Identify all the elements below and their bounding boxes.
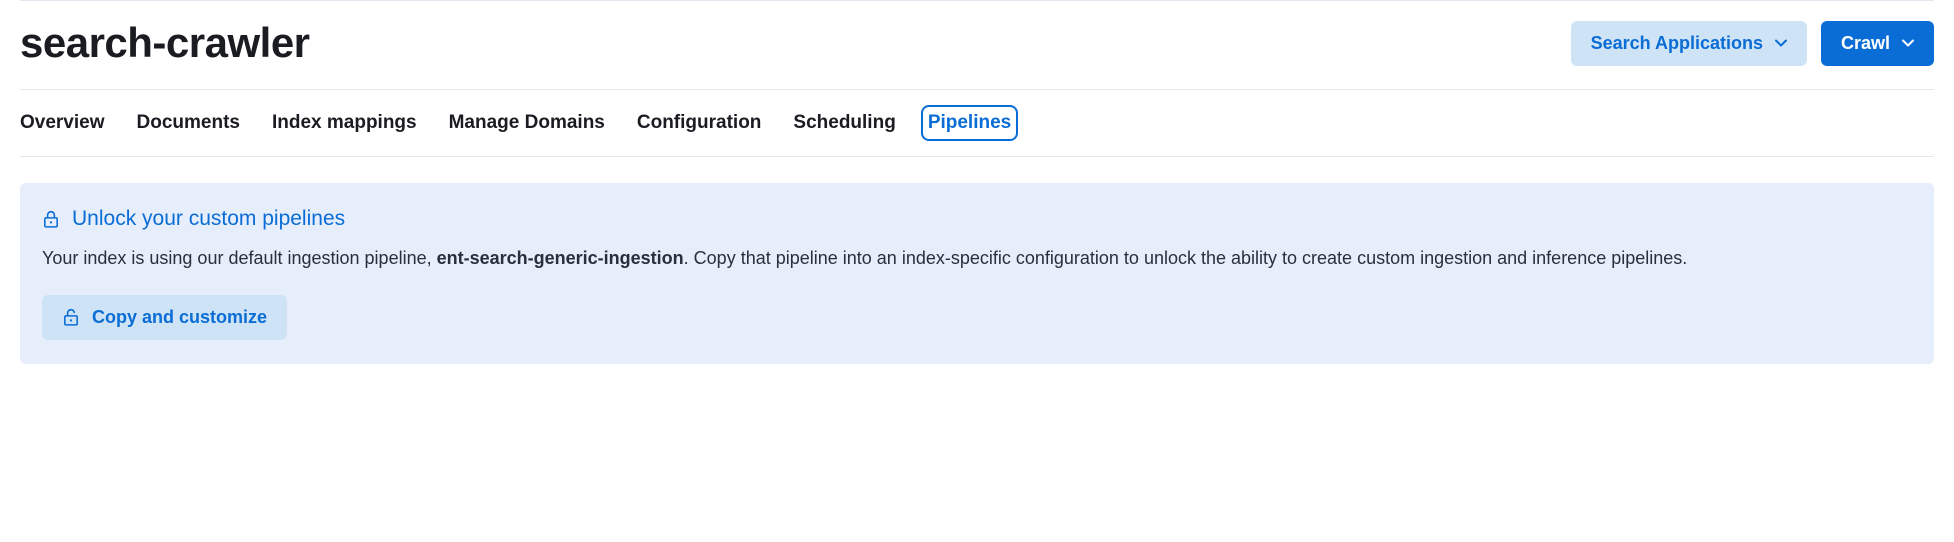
callout-body: Your index is using our default ingestio… (42, 245, 1912, 273)
search-applications-button[interactable]: Search Applications (1571, 21, 1807, 66)
header-actions: Search Applications Crawl (1571, 21, 1934, 66)
crawl-button[interactable]: Crawl (1821, 21, 1934, 66)
tab-manage-domains[interactable]: Manage Domains (449, 112, 605, 134)
crawl-label: Crawl (1841, 33, 1890, 54)
tab-bar: Overview Documents Index mappings Manage… (20, 89, 1934, 157)
callout-title: Unlock your custom pipelines (72, 207, 345, 231)
tab-index-mappings[interactable]: Index mappings (272, 112, 417, 134)
page-title: search-crawler (20, 19, 310, 67)
callout-body-prefix: Your index is using our default ingestio… (42, 248, 437, 268)
unlock-pipelines-callout: Unlock your custom pipelines Your index … (20, 183, 1934, 364)
page-header: search-crawler Search Applications Crawl (20, 0, 1934, 89)
lock-closed-icon (42, 210, 60, 228)
copy-and-customize-button[interactable]: Copy and customize (42, 295, 287, 340)
copy-and-customize-label: Copy and customize (92, 307, 267, 328)
tab-pipelines[interactable]: Pipelines (928, 112, 1011, 134)
callout-title-row: Unlock your custom pipelines (42, 207, 1912, 231)
chevron-down-icon (1775, 37, 1787, 49)
lock-open-icon (62, 308, 80, 326)
search-applications-label: Search Applications (1591, 33, 1763, 54)
tab-documents[interactable]: Documents (137, 112, 240, 134)
callout-body-suffix: . Copy that pipeline into an index-speci… (684, 248, 1688, 268)
tab-overview[interactable]: Overview (20, 112, 105, 134)
callout-body-bold: ent-search-generic-ingestion (437, 248, 684, 268)
tab-scheduling[interactable]: Scheduling (793, 112, 895, 134)
chevron-down-icon (1902, 37, 1914, 49)
tab-configuration[interactable]: Configuration (637, 112, 762, 134)
